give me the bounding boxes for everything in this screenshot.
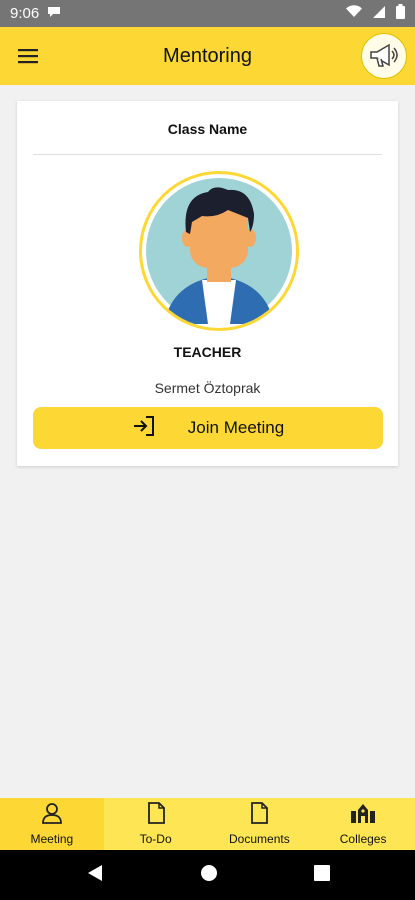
bottom-navigation: Meeting To-Do Documents Colleges xyxy=(0,798,415,850)
college-icon xyxy=(350,802,376,827)
nav-meeting[interactable]: Meeting xyxy=(0,798,104,850)
avatar-illustration xyxy=(146,178,292,324)
nav-todo[interactable]: To-Do xyxy=(104,798,208,850)
megaphone-icon[interactable] xyxy=(361,33,407,79)
battery-icon xyxy=(396,4,405,23)
menu-icon[interactable] xyxy=(16,44,40,68)
person-icon xyxy=(41,802,63,827)
document-icon xyxy=(147,802,165,827)
status-left: 9:06 xyxy=(10,5,61,22)
nav-meeting-label: Meeting xyxy=(30,832,74,846)
divider xyxy=(33,154,382,155)
nav-documents-label: Documents xyxy=(229,832,290,846)
nav-colleges[interactable]: Colleges xyxy=(311,798,415,850)
back-icon[interactable] xyxy=(86,863,104,888)
app-bar: Mentoring xyxy=(0,27,415,85)
recents-icon[interactable] xyxy=(313,864,330,886)
nav-colleges-label: Colleges xyxy=(339,832,387,846)
nav-documents[interactable]: Documents xyxy=(208,798,312,850)
status-bar: 9:06 xyxy=(0,0,415,27)
join-meeting-button[interactable]: Join Meeting xyxy=(33,407,383,449)
chat-notification-icon xyxy=(47,5,61,22)
role-label: TEACHER xyxy=(173,344,242,360)
status-time: 9:06 xyxy=(10,5,40,22)
teacher-avatar xyxy=(139,171,299,331)
teacher-name: Sermet Öztoprak xyxy=(154,380,261,396)
wifi-icon xyxy=(346,5,362,22)
status-right xyxy=(346,4,405,23)
mentor-card: Class Name TEACHER Sermet Öztoprak Join … xyxy=(17,101,398,466)
page-title: Mentoring xyxy=(163,44,252,67)
system-nav-bar xyxy=(0,850,415,900)
nav-todo-label: To-Do xyxy=(139,832,172,846)
class-name: Class Name xyxy=(167,121,248,137)
signal-icon xyxy=(372,5,386,23)
login-icon xyxy=(132,415,156,442)
home-icon[interactable] xyxy=(200,864,218,887)
join-meeting-label: Join Meeting xyxy=(187,418,285,437)
document-icon xyxy=(250,802,269,827)
